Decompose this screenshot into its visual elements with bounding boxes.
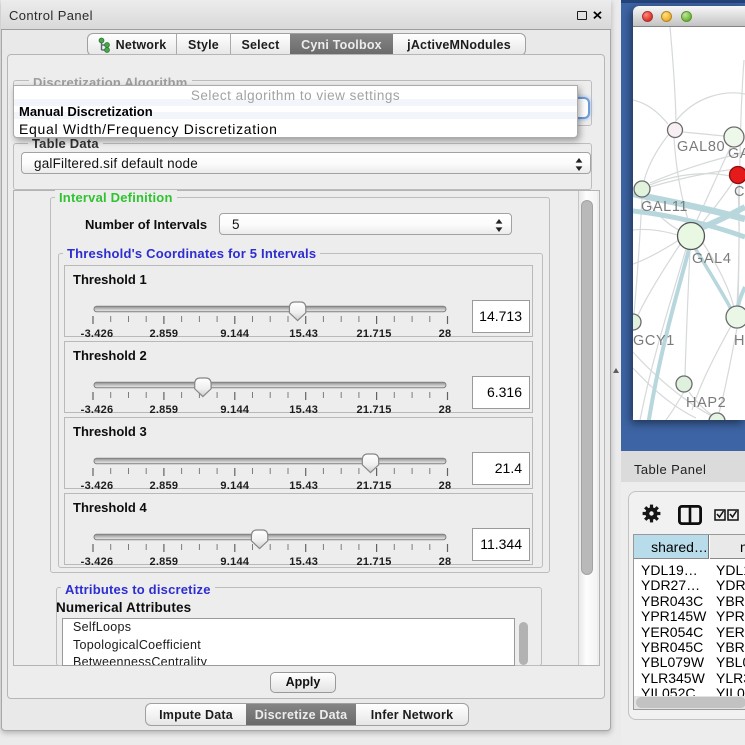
svg-text:28: 28: [439, 556, 452, 568]
svg-text:28: 28: [439, 328, 452, 340]
svg-text:9.144: 9.144: [220, 480, 249, 492]
svg-text:9.144: 9.144: [220, 556, 249, 568]
svg-text:HAP2: HAP2: [686, 395, 726, 411]
svg-text:21.715: 21.715: [357, 328, 392, 340]
svg-text:2.859: 2.859: [150, 556, 179, 568]
svg-text:15.43: 15.43: [289, 328, 318, 340]
svg-text:28: 28: [439, 404, 452, 416]
svg-text:9.144: 9.144: [220, 328, 249, 340]
svg-text:C: C: [734, 184, 745, 200]
svg-text:21.715: 21.715: [357, 556, 392, 568]
svg-text:28: 28: [439, 480, 452, 492]
svg-text:GAL11: GAL11: [641, 199, 688, 215]
svg-text:15.43: 15.43: [289, 404, 318, 416]
svg-text:H: H: [734, 333, 745, 349]
svg-text:15.43: 15.43: [289, 556, 318, 568]
svg-text:-3.426: -3.426: [81, 328, 114, 340]
svg-text:2.859: 2.859: [150, 328, 179, 340]
svg-text:15.43: 15.43: [289, 480, 318, 492]
svg-text:GAL80: GAL80: [677, 139, 725, 155]
svg-text:-3.426: -3.426: [81, 556, 114, 568]
svg-text:2.859: 2.859: [150, 404, 179, 416]
svg-text:21.715: 21.715: [357, 480, 392, 492]
svg-text:21.715: 21.715: [357, 404, 392, 416]
svg-text:-3.426: -3.426: [81, 404, 114, 416]
svg-text:GAL4: GAL4: [692, 251, 731, 267]
svg-text:GCY1: GCY1: [633, 333, 675, 349]
svg-text:9.144: 9.144: [220, 404, 249, 416]
svg-text:GA: GA: [728, 146, 745, 162]
svg-text:2.859: 2.859: [150, 480, 179, 492]
svg-text:-3.426: -3.426: [81, 480, 114, 492]
